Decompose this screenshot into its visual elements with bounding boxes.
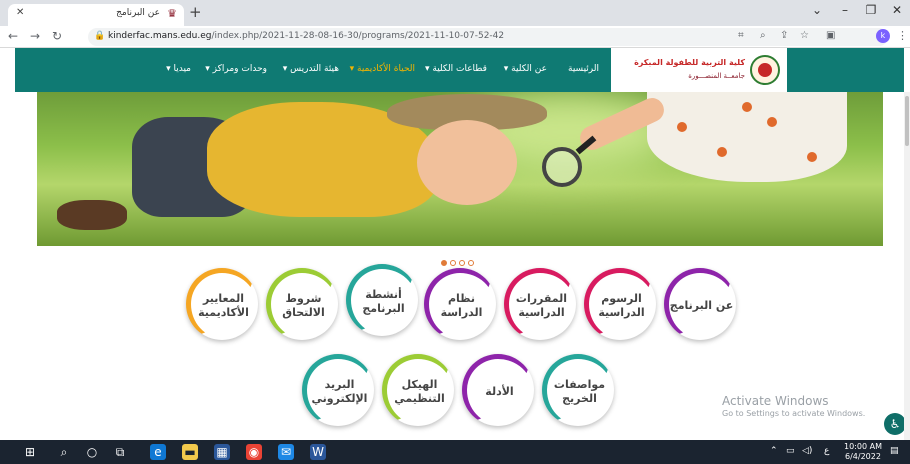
zoom-icon[interactable]: ⌕ xyxy=(760,30,766,41)
org-structure-button[interactable]: الهيكل التنظيمي xyxy=(382,354,454,426)
new-tab-icon[interactable]: + xyxy=(189,4,202,20)
nav-home[interactable]: الرئيسية xyxy=(568,64,599,74)
nav-teaching-staff[interactable]: هيئة التدريس ▾ xyxy=(283,64,339,74)
courses-button[interactable]: المقررات الدراسية xyxy=(504,268,576,340)
circle-label: البريد الإلكتروني xyxy=(311,377,368,405)
circle-label: المعايير الأكاديمية xyxy=(198,291,249,319)
program-about-button[interactable]: عن البرنامج xyxy=(664,268,736,340)
accessibility-icon[interactable]: ♿ xyxy=(884,413,906,435)
sidepanel-icon[interactable]: ▣ xyxy=(826,30,835,41)
main-nav: الرئيسية عن الكلية ▾ قطاعات الكلية ▾ الح… xyxy=(15,48,611,92)
chrome-icon[interactable]: ◉ xyxy=(246,444,262,460)
input-language[interactable]: ع xyxy=(824,446,829,456)
nav-units-centers[interactable]: وحدات ومراكز ▾ xyxy=(205,64,267,74)
tray-chevron-icon[interactable]: ⌃ xyxy=(770,446,778,456)
windows-start-icon[interactable]: ⊞ xyxy=(22,444,38,460)
slider-dot[interactable] xyxy=(450,260,456,266)
university-favicon-icon: ♛ xyxy=(167,7,177,20)
circle-label: المقررات الدراسية xyxy=(515,291,568,319)
bookmark-star-icon[interactable]: ☆ xyxy=(800,30,809,41)
word-icon[interactable]: W xyxy=(310,444,326,460)
url-path: /index.php/2021-11-28-08-16-30/programs/… xyxy=(211,31,505,41)
circle-label: شروط الالتحاق xyxy=(282,291,325,319)
browser-tab[interactable]: ✕ عن البرنامج ♛ xyxy=(8,4,184,26)
admission-requirements-button[interactable]: شروط الالتحاق xyxy=(266,268,338,340)
site-header: الرئيسية عن الكلية ▾ قطاعات الكلية ▾ الح… xyxy=(15,48,904,92)
windows-taskbar: ⊞ ⌕ ○ ⧉ e ▬ ▦ ◉ ✉ W ⌃ ▭ ◁) ع ▤ xyxy=(0,440,910,464)
close-window-icon[interactable]: ✕ xyxy=(888,3,906,17)
network-icon[interactable]: ▭ xyxy=(786,446,795,456)
circle-label: مواصفات الخريج xyxy=(553,377,606,405)
circle-label: أنشطة البرنامج xyxy=(362,287,405,315)
task-view-icon[interactable]: ⧉ xyxy=(112,444,128,460)
nav-about-faculty[interactable]: عن الكلية ▾ xyxy=(504,64,547,74)
url-text: kinderfac.mans.edu.eg/index.php/2021-11-… xyxy=(108,31,504,41)
hero-slider-image xyxy=(37,92,883,246)
maximize-icon[interactable]: ❐ xyxy=(862,3,880,17)
tab-search-icon[interactable]: ⌄ xyxy=(808,3,826,17)
search-icon[interactable]: ⌕ xyxy=(56,444,72,460)
nav-academic-life[interactable]: الحياة الأكاديمية ▾ xyxy=(350,64,415,74)
academic-standards-button[interactable]: المعايير الأكاديمية xyxy=(186,268,258,340)
scrollbar-thumb[interactable] xyxy=(905,96,909,146)
store-icon[interactable]: ▦ xyxy=(214,444,230,460)
minimize-icon[interactable]: – xyxy=(836,3,854,17)
circle-label: الأدلة xyxy=(485,384,514,398)
browser-tabstrip: ✕ عن البرنامج ♛ + ⌄ – ❐ ✕ xyxy=(0,0,910,26)
cortana-icon[interactable]: ○ xyxy=(84,444,100,460)
profile-avatar[interactable]: k xyxy=(876,29,890,43)
circle-label: الهيكل التنظيمي xyxy=(394,377,445,405)
slider-dot[interactable] xyxy=(468,260,474,266)
address-bar[interactable]: 🔒 kinderfac.mans.edu.eg/index.php/2021-1… xyxy=(88,28,888,46)
close-tab-icon[interactable]: ✕ xyxy=(16,7,24,18)
notifications-icon[interactable]: ▤ xyxy=(890,446,899,456)
circle-label: الرسوم الدراسية xyxy=(598,291,645,319)
logo-subtitle: جامعــة المنصـــورة xyxy=(688,72,745,80)
forward-icon[interactable]: → xyxy=(30,29,40,43)
slider-dots xyxy=(441,251,477,266)
logo-title: كلية التربية للطفولة المبكرة xyxy=(634,58,745,67)
clock-date: 6/4/2022 xyxy=(845,452,881,461)
program-activities-button[interactable]: أنشطة البرنامج xyxy=(346,264,418,336)
faculty-emblem-icon xyxy=(750,55,780,85)
circle-label: نظام الدراسة xyxy=(440,291,483,319)
mail-icon[interactable]: ✉ xyxy=(278,444,294,460)
activate-windows-title: Activate Windows xyxy=(722,394,829,408)
volume-icon[interactable]: ◁) xyxy=(802,446,812,456)
slider-dot[interactable] xyxy=(459,260,465,266)
share-icon[interactable]: ⇪ xyxy=(780,30,788,41)
reload-icon[interactable]: ↻ xyxy=(52,29,62,43)
translate-icon[interactable]: ⌗ xyxy=(738,30,744,41)
file-explorer-icon[interactable]: ▬ xyxy=(182,444,198,460)
slider-dot[interactable] xyxy=(441,260,447,266)
email-button[interactable]: البريد الإلكتروني xyxy=(302,354,374,426)
faculty-logo[interactable]: كلية التربية للطفولة المبكرة جامعــة الم… xyxy=(611,48,787,92)
activate-windows-subtitle: Go to Settings to activate Windows. xyxy=(722,409,866,418)
browser-toolbar: ← → ↻ 🔒 kinderfac.mans.edu.eg/index.php/… xyxy=(0,26,910,48)
taskbar-clock[interactable]: 10:00 AM 6/4/2022 xyxy=(844,442,882,462)
tuition-fees-button[interactable]: الرسوم الدراسية xyxy=(584,268,656,340)
back-icon[interactable]: ← xyxy=(8,29,18,43)
lock-icon: 🔒 xyxy=(94,31,106,41)
graduate-specs-button[interactable]: مواصفات الخريج xyxy=(542,354,614,426)
browser-menu-icon[interactable]: ⋮ xyxy=(897,29,908,42)
url-host: kinderfac.mans.edu.eg xyxy=(108,31,212,41)
magnifying-glass-icon xyxy=(542,147,582,187)
nav-faculty-sectors[interactable]: قطاعات الكلية ▾ xyxy=(425,64,487,74)
clock-time: 10:00 AM xyxy=(844,442,882,451)
study-system-button[interactable]: نظام الدراسة xyxy=(424,268,496,340)
edge-icon[interactable]: e xyxy=(150,444,166,460)
circle-label: عن البرنامج xyxy=(669,298,734,312)
tab-title: عن البرنامج xyxy=(116,8,160,18)
nav-media[interactable]: ميديا ▾ xyxy=(166,64,191,74)
guides-button[interactable]: الأدلة xyxy=(462,354,534,426)
